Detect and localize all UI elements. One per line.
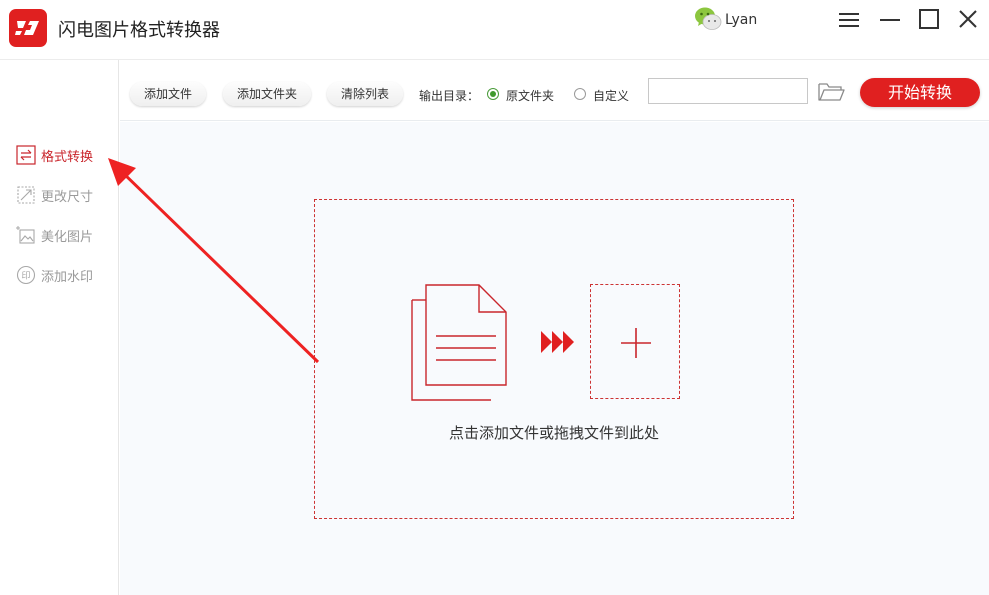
output-path-input[interactable] xyxy=(648,78,808,104)
app-title: 闪电图片格式转换器 xyxy=(58,20,220,41)
watermark-icon: 印 xyxy=(16,265,36,285)
file-drop-zone[interactable]: 点击添加文件或拖拽文件到此处 xyxy=(314,199,794,519)
sidebar-item-beautify[interactable]: 美化图片 xyxy=(16,224,116,246)
folder-open-icon[interactable] xyxy=(817,81,845,103)
title-bar: 闪电图片格式转换器 Lyan xyxy=(0,0,989,58)
user-account[interactable]: Lyan xyxy=(694,6,764,34)
minimize-icon xyxy=(880,19,900,21)
close-button[interactable] xyxy=(956,7,982,33)
plus-icon xyxy=(621,328,651,358)
hamburger-menu-icon xyxy=(839,13,859,27)
add-file-button[interactable]: 添加文件 xyxy=(130,82,207,106)
convert-icon xyxy=(16,145,36,165)
sidebar-item-resize[interactable]: 更改尺寸 xyxy=(16,184,116,206)
maximize-button[interactable] xyxy=(917,7,943,33)
menu-button[interactable] xyxy=(837,7,863,33)
wechat-icon xyxy=(695,7,722,30)
sidebar-item-label: 美化图片 xyxy=(41,230,94,245)
clear-list-button[interactable]: 清除列表 xyxy=(327,82,404,106)
sidebar-item-format-convert[interactable]: 格式转换 xyxy=(16,144,116,166)
lightning-logo-icon xyxy=(9,9,47,47)
add-file-box[interactable] xyxy=(590,284,680,399)
app-window: 闪电图片格式转换器 Lyan 格式转换 更改尺寸 美化图片 印 添加水印 添加文… xyxy=(0,0,989,595)
sidebar-item-label: 更改尺寸 xyxy=(41,190,94,205)
maximize-icon xyxy=(919,9,939,29)
radio-label: 自定义 xyxy=(593,89,630,103)
radio-dot xyxy=(574,88,586,100)
resize-icon xyxy=(17,186,35,204)
forward-arrows-icon xyxy=(541,331,574,353)
toolbar: 添加文件 添加文件夹 清除列表 输出目录： 原文件夹 自定义 开始转换 xyxy=(120,60,989,121)
add-folder-button[interactable]: 添加文件夹 xyxy=(223,82,312,106)
sidebar-item-label: 格式转换 xyxy=(41,150,94,165)
radio-label: 原文件夹 xyxy=(506,89,555,103)
documents-icon xyxy=(411,284,507,401)
drop-hint-text: 点击添加文件或拖拽文件到此处 xyxy=(448,424,659,442)
sidebar-item-watermark[interactable]: 印 添加水印 xyxy=(16,264,116,286)
user-name: Lyan xyxy=(725,12,758,28)
output-dir-label: 输出目录： xyxy=(419,89,480,103)
radio-dot xyxy=(487,88,499,100)
main-area: 点击添加文件或拖拽文件到此处 xyxy=(120,122,989,595)
close-icon xyxy=(959,10,977,28)
beautify-image-icon xyxy=(16,226,35,244)
sidebar-item-label: 添加水印 xyxy=(41,270,94,285)
svg-text:印: 印 xyxy=(21,270,30,282)
start-convert-button[interactable]: 开始转换 xyxy=(860,78,980,107)
sidebar: 格式转换 更改尺寸 美化图片 印 添加水印 xyxy=(0,60,119,595)
minimize-button[interactable] xyxy=(878,7,904,33)
